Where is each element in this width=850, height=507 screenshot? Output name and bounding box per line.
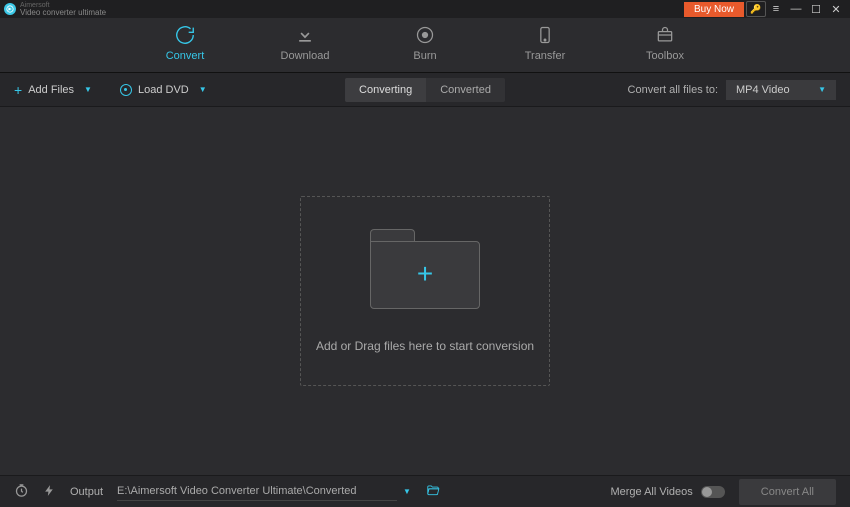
buy-now-button[interactable]: Buy Now <box>684 2 744 17</box>
load-dvd-label: Load DVD <box>138 84 189 96</box>
file-dropzone[interactable]: + Add or Drag files here to start conver… <box>300 196 550 386</box>
chevron-down-icon: ▼ <box>199 85 207 94</box>
segment-converting[interactable]: Converting <box>345 78 426 102</box>
clock-icon[interactable] <box>14 483 29 501</box>
toolbar: + Add Files ▼ Load DVD ▼ Converting Conv… <box>0 73 850 107</box>
flash-icon[interactable] <box>43 484 56 500</box>
key-icon[interactable]: 🔑 <box>746 1 766 17</box>
convert-icon <box>174 24 196 46</box>
footer: Output ▼ Merge All Videos Convert All <box>0 475 850 507</box>
tab-transfer[interactable]: Transfer <box>510 24 580 72</box>
dropzone-text: Add or Drag files here to start conversi… <box>316 339 534 353</box>
tab-toolbox[interactable]: Toolbox <box>630 24 700 72</box>
disc-icon <box>120 84 132 96</box>
tab-label: Download <box>281 50 330 62</box>
transfer-icon <box>534 24 556 46</box>
plus-icon: + <box>14 82 22 98</box>
format-value: MP4 Video <box>736 84 790 96</box>
convert-all-button[interactable]: Convert All <box>739 479 836 505</box>
tab-burn[interactable]: Burn <box>390 24 460 72</box>
chevron-down-icon[interactable]: ▼ <box>403 487 411 496</box>
merge-label: Merge All Videos <box>610 486 692 498</box>
app-title: Aimersoft Video converter ultimate <box>20 2 106 17</box>
add-files-button[interactable]: + Add Files ▼ <box>14 82 92 98</box>
chevron-down-icon: ▼ <box>84 85 92 94</box>
main-nav: Convert Download Burn Transfer Toolbox <box>0 18 850 73</box>
tab-convert[interactable]: Convert <box>150 24 220 72</box>
open-folder-icon[interactable] <box>425 483 441 500</box>
toolbox-icon <box>654 24 676 46</box>
tab-label: Convert <box>166 50 205 62</box>
close-button[interactable]: ✕ <box>826 1 846 17</box>
add-files-label: Add Files <box>28 84 74 96</box>
maximize-button[interactable]: ☐ <box>806 1 826 17</box>
tab-label: Toolbox <box>646 50 684 62</box>
output-format-select[interactable]: MP4 Video ▼ <box>726 80 836 100</box>
burn-icon <box>414 24 436 46</box>
segment-converted[interactable]: Converted <box>426 78 505 102</box>
folder-icon: + <box>370 229 480 309</box>
convert-all-to-label: Convert all files to: <box>628 84 718 96</box>
download-icon <box>294 24 316 46</box>
output-path-input[interactable] <box>117 482 397 501</box>
merge-toggle[interactable] <box>701 486 725 498</box>
minimize-button[interactable]: — <box>786 1 806 17</box>
tab-label: Burn <box>413 50 436 62</box>
app-logo-icon <box>4 3 16 15</box>
load-dvd-button[interactable]: Load DVD ▼ <box>120 84 207 96</box>
chevron-down-icon: ▼ <box>818 85 826 94</box>
plus-icon: + <box>417 258 433 290</box>
menu-icon[interactable]: ≡ <box>766 1 786 17</box>
status-segment: Converting Converted <box>345 78 505 102</box>
workspace: + Add or Drag files here to start conver… <box>0 107 850 475</box>
tab-download[interactable]: Download <box>270 24 340 72</box>
output-label: Output <box>70 486 103 498</box>
titlebar: Aimersoft Video converter ultimate Buy N… <box>0 0 850 18</box>
tab-label: Transfer <box>525 50 566 62</box>
